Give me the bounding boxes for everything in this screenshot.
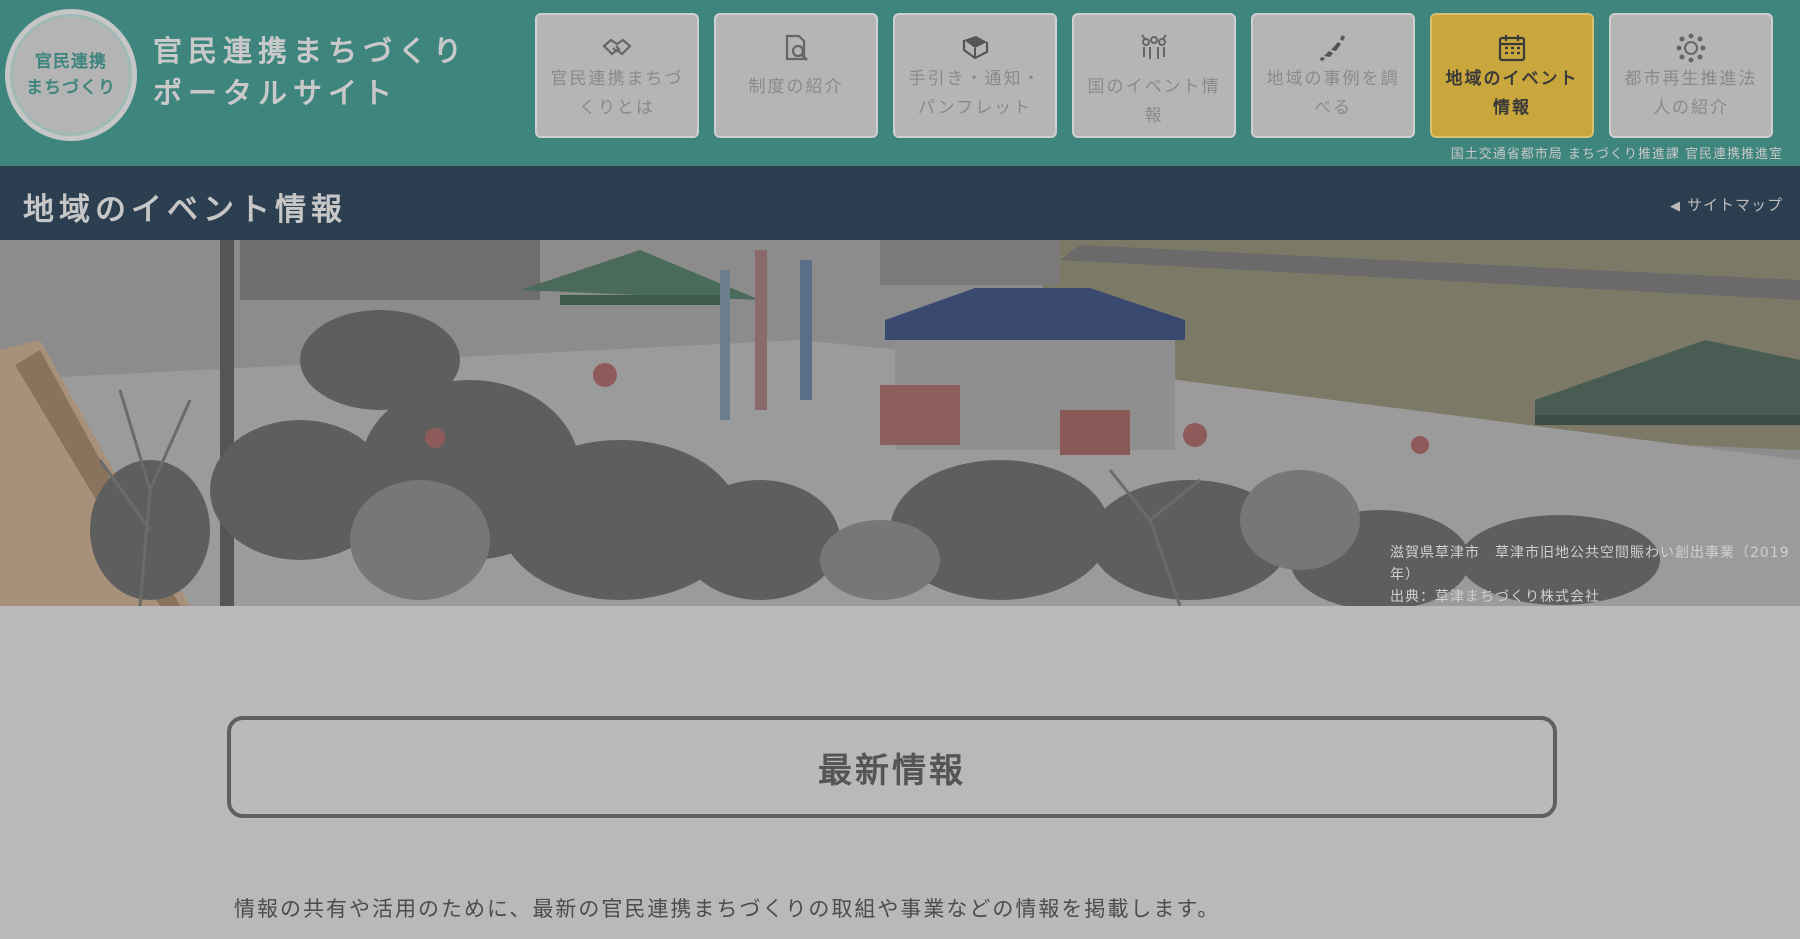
hero-image: 滋賀県草津市 草津市旧地公共空間賑わい創出事業（2019年） 出典：草津まちづく… [0,240,1800,606]
logo-line-2: まちづくり [26,78,116,98]
logo-line-1: 官民連携 [35,52,107,72]
nav-label: 地域のイベント情報 [1445,69,1579,118]
nav-label: 都市再生推進法人の紹介 [1624,69,1758,118]
nav-item-system[interactable]: 制度の紹介 [714,13,878,138]
nav-label: 官民連携まちづくりとは [550,69,684,118]
nav-label: 制度の紹介 [748,77,844,97]
news-heading-box: 最新情報 [227,716,1557,818]
hero-caption-line-2: 出典：草津まちづくり株式会社 [1390,589,1600,605]
japan-map-icon [1316,33,1350,63]
handshake-icon [600,33,634,63]
site-title-line-2: ポータルサイト [153,76,399,110]
book-icon [958,33,992,63]
nav-label: 手引き・通知・パンフレット [908,69,1042,118]
nav-label: 地域の事例を調べる [1266,69,1400,118]
intro-text: 情報の共有や活用のために、最新の官民連携まちづくりの取組や事業などの情報を掲載し… [234,897,1221,921]
nav-item-guides[interactable]: 手引き・通知・パンフレット [893,13,1057,138]
triangle-left-icon: ◀ [1669,199,1681,214]
page-title-bar: 地域のイベント情報 ◀ サイトマップ [0,166,1800,240]
calendar-icon [1495,33,1529,63]
site-title-line-1: 官民連携まちづくり [153,34,469,68]
nav-item-local-events[interactable]: 地域のイベント情報 [1430,13,1594,138]
hero-caption-line-1: 滋賀県草津市 草津市旧地公共空間賑わい創出事業（2019年） [1390,545,1790,583]
nav-label: 国のイベント情報 [1087,77,1221,126]
nav-item-local-cases[interactable]: 地域の事例を調べる [1251,13,1415,138]
nav-item-urban-corporations[interactable]: 都市再生推進法人の紹介 [1609,13,1773,138]
people-icon [1137,33,1171,63]
main-nav: 官民連携まちづくりとは 制度の紹介 手引き・通知・パンフレット 国のイベント情報… [535,13,1773,138]
document-search-icon [779,33,813,63]
nav-item-about[interactable]: 官民連携まちづくりとは [535,13,699,138]
hero-caption: 滋賀県草津市 草津市旧地公共空間賑わい創出事業（2019年） 出典：草津まちづく… [1390,542,1800,606]
news-heading: 最新情報 [818,750,966,791]
site-title[interactable]: 官民連携まちづくり ポータルサイト [153,30,468,114]
sitemap-link[interactable]: ◀ サイトマップ [1670,194,1783,215]
ministry-label: 国土交通省都市局 まちづくり推進課 官民連携推進室 [1450,147,1783,162]
page-title: 地域のイベント情報 [23,192,347,228]
sitemap-label: サイトマップ [1686,196,1783,214]
network-icon [1674,33,1708,63]
site-logo[interactable]: 官民連携 まちづくり [5,9,137,141]
nav-item-national-events[interactable]: 国のイベント情報 [1072,13,1236,138]
site-header: 官民連携 まちづくり 官民連携まちづくり ポータルサイト 官民連携まちづくりとは… [0,0,1800,166]
